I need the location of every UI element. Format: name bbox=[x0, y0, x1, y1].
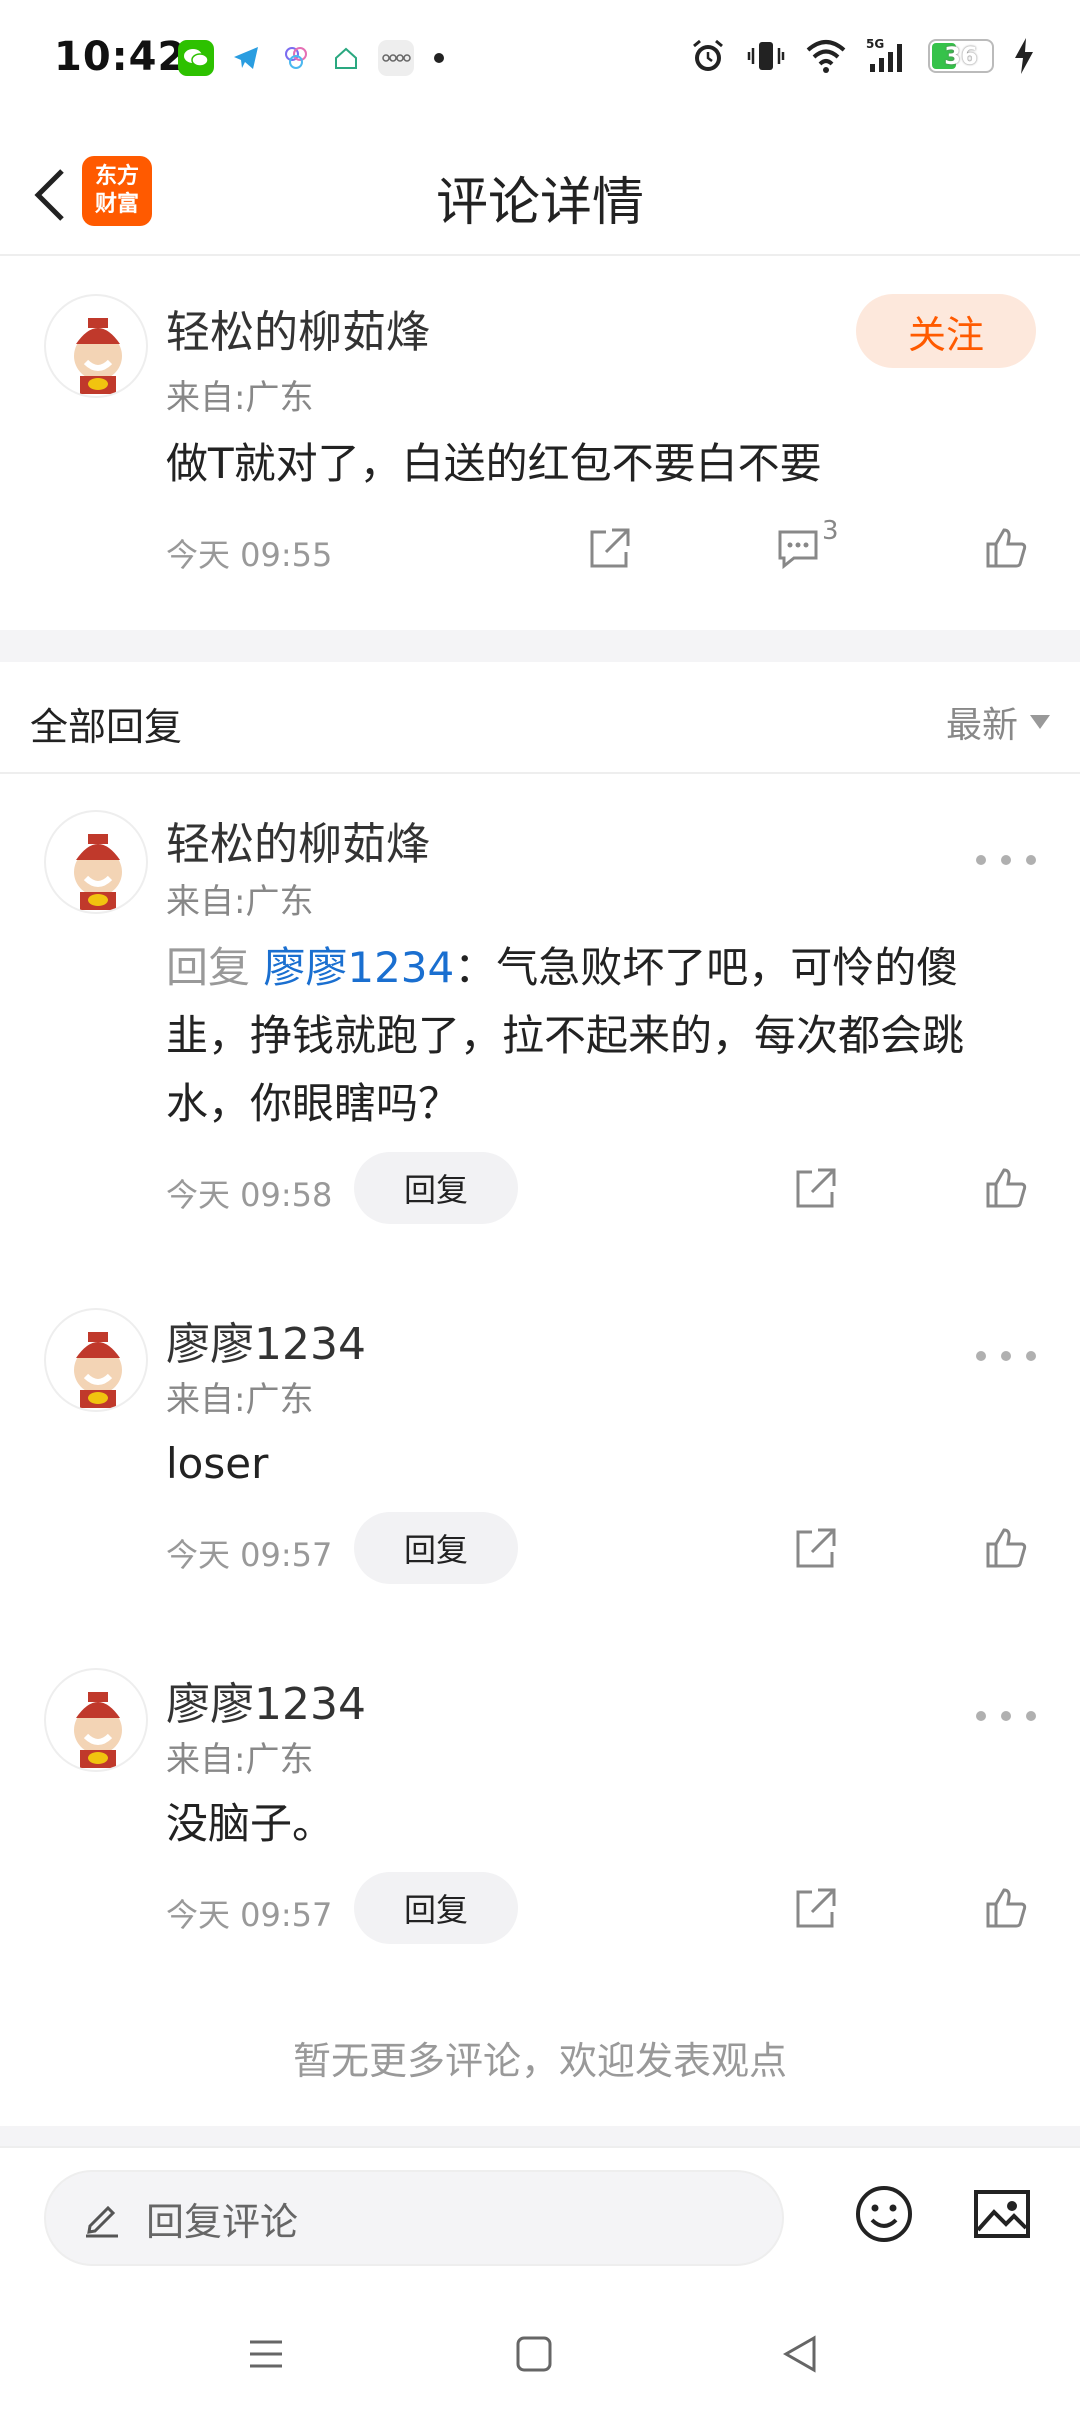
replies-header: 全部回复 最新 bbox=[0, 662, 1080, 774]
like-button[interactable] bbox=[978, 1160, 1034, 1216]
thumbs-up-icon bbox=[986, 1888, 1027, 1928]
reply-content: 没脑子。 bbox=[166, 1799, 335, 1848]
avatar[interactable] bbox=[44, 1308, 148, 1412]
share-button[interactable] bbox=[788, 1160, 844, 1216]
page-title: 评论详情 bbox=[435, 173, 644, 233]
share-button[interactable] bbox=[788, 1520, 844, 1576]
share-button[interactable] bbox=[582, 520, 638, 576]
battery-indicator: 36 bbox=[928, 39, 994, 73]
share-icon bbox=[796, 1888, 836, 1928]
reply-time: 今天 09:58 bbox=[166, 1176, 333, 1214]
reply-item: 轻松的柳茹烽 来自:广东 回复 廖廖1234：气急败坏了吧，可怜的傻韭，挣钱就跑… bbox=[0, 776, 1080, 1266]
reply-button[interactable]: 回复 bbox=[354, 1512, 518, 1584]
comment-count: 3 bbox=[822, 516, 839, 546]
emoji-button[interactable] bbox=[852, 2182, 916, 2246]
section-divider bbox=[0, 2126, 1080, 2146]
reply-item: 廖廖1234 来自:广东 loser 今天 09:57 回复 bbox=[0, 1272, 1080, 1632]
reply-author[interactable]: 轻松的柳茹烽 bbox=[166, 808, 430, 872]
comment-icon bbox=[778, 530, 818, 570]
alarm-icon bbox=[693, 39, 723, 71]
reply-time: 今天 09:57 bbox=[166, 1536, 333, 1574]
share-icon bbox=[590, 528, 630, 568]
sort-dropdown[interactable]: 最新 bbox=[946, 696, 1050, 748]
pencil-icon bbox=[86, 2205, 118, 2238]
reply-location: 来自:广东 bbox=[166, 882, 314, 922]
mention-link[interactable]: 廖廖1234 bbox=[263, 943, 454, 992]
triangle-back-icon bbox=[782, 2335, 816, 2373]
reply-comment-input[interactable]: 回复评论 bbox=[44, 2170, 784, 2266]
reply-location: 来自:广东 bbox=[166, 1740, 314, 1780]
share-icon bbox=[796, 1168, 836, 1208]
telegram-icon bbox=[228, 40, 264, 76]
avatar[interactable] bbox=[44, 294, 148, 398]
share-icon bbox=[796, 1528, 836, 1568]
avatar[interactable] bbox=[44, 1668, 148, 1772]
comment-author[interactable]: 轻松的柳茹烽 bbox=[166, 296, 430, 360]
reply-item: 廖廖1234 来自:广东 没脑子。 今天 09:57 回复 bbox=[0, 1632, 1080, 1992]
status-time: 10:42 bbox=[54, 34, 187, 80]
follow-button[interactable]: 关注 bbox=[856, 294, 1036, 368]
more-options-button[interactable] bbox=[976, 840, 1036, 880]
comment-button[interactable] bbox=[770, 520, 826, 576]
more-options-button[interactable] bbox=[976, 1696, 1036, 1736]
like-button[interactable] bbox=[978, 520, 1034, 576]
more-options-button[interactable] bbox=[976, 1336, 1036, 1376]
more-notifications-dot bbox=[434, 53, 444, 63]
like-button[interactable] bbox=[978, 1880, 1034, 1936]
system-back-button[interactable] bbox=[770, 2324, 830, 2384]
image-button[interactable] bbox=[970, 2182, 1034, 2246]
home-square-icon bbox=[516, 2336, 552, 2372]
reply-input-placeholder: 回复评论 bbox=[146, 2199, 299, 2244]
svg-text:5G: 5G bbox=[866, 37, 884, 51]
charging-icon bbox=[1015, 38, 1033, 74]
reply-button[interactable]: 回复 bbox=[354, 1152, 518, 1224]
replies-title: 全部回复 bbox=[30, 705, 183, 749]
reply-author[interactable]: 廖廖1234 bbox=[166, 1308, 366, 1372]
reply-button[interactable]: 回复 bbox=[354, 1872, 518, 1944]
wechat-icon bbox=[178, 40, 214, 76]
reply-input-bar: 回复评论 bbox=[0, 2146, 1080, 2286]
reply-content: loser bbox=[166, 1439, 269, 1488]
wifi-icon bbox=[806, 40, 846, 73]
notification-icons bbox=[178, 40, 444, 76]
smart-home-icon bbox=[328, 40, 364, 76]
app-icon-flower bbox=[278, 40, 314, 76]
comment-location: 来自:广东 bbox=[166, 378, 314, 418]
caret-down-icon bbox=[1030, 715, 1050, 729]
vibrate-icon bbox=[747, 42, 785, 70]
like-button[interactable] bbox=[978, 1520, 1034, 1576]
section-divider bbox=[0, 630, 1080, 662]
comment-time: 今天 09:55 bbox=[166, 536, 333, 574]
smiley-icon bbox=[856, 2186, 912, 2242]
system-navigation-bar bbox=[0, 2290, 1080, 2412]
home-button[interactable] bbox=[504, 2324, 564, 2384]
status-bar: 10:42 5G 36 bbox=[0, 0, 1080, 120]
thumbs-up-icon bbox=[986, 1528, 1027, 1568]
share-button[interactable] bbox=[788, 1880, 844, 1936]
sort-label: 最新 bbox=[945, 705, 1018, 746]
reply-prefix: 回复 bbox=[166, 943, 264, 992]
thumbs-up-icon bbox=[986, 1168, 1027, 1208]
oppo-icon bbox=[378, 40, 414, 76]
image-icon bbox=[974, 2190, 1030, 2238]
no-more-comments-note: 暂无更多评论，欢迎发表观点 bbox=[292, 2039, 787, 2083]
reply-time: 今天 09:57 bbox=[166, 1896, 333, 1934]
reply-content: 回复 廖廖1234：气急败坏了吧，可怜的傻韭，挣钱就跑了，拉不起来的，每次都会跳… bbox=[166, 934, 1036, 1138]
battery-level: 36 bbox=[944, 42, 978, 70]
top-navigation-bar: 东方 财富 评论详情 bbox=[0, 130, 1080, 256]
menu-icon bbox=[250, 2340, 282, 2368]
avatar[interactable] bbox=[44, 810, 148, 914]
reply-location: 来自:广东 bbox=[166, 1380, 314, 1420]
thumbs-up-icon bbox=[986, 528, 1027, 568]
menu-button[interactable] bbox=[236, 2324, 296, 2384]
system-icons: 5G 36 bbox=[688, 36, 1036, 76]
reply-author[interactable]: 廖廖1234 bbox=[166, 1668, 366, 1732]
main-comment: 轻松的柳茹烽 来自:广东 关注 做T就对了，白送的红包不要白不要 今天 09:5… bbox=[0, 258, 1080, 630]
comment-content: 做T就对了，白送的红包不要白不要 bbox=[166, 439, 822, 488]
cellular-5g-icon: 5G bbox=[866, 37, 902, 72]
